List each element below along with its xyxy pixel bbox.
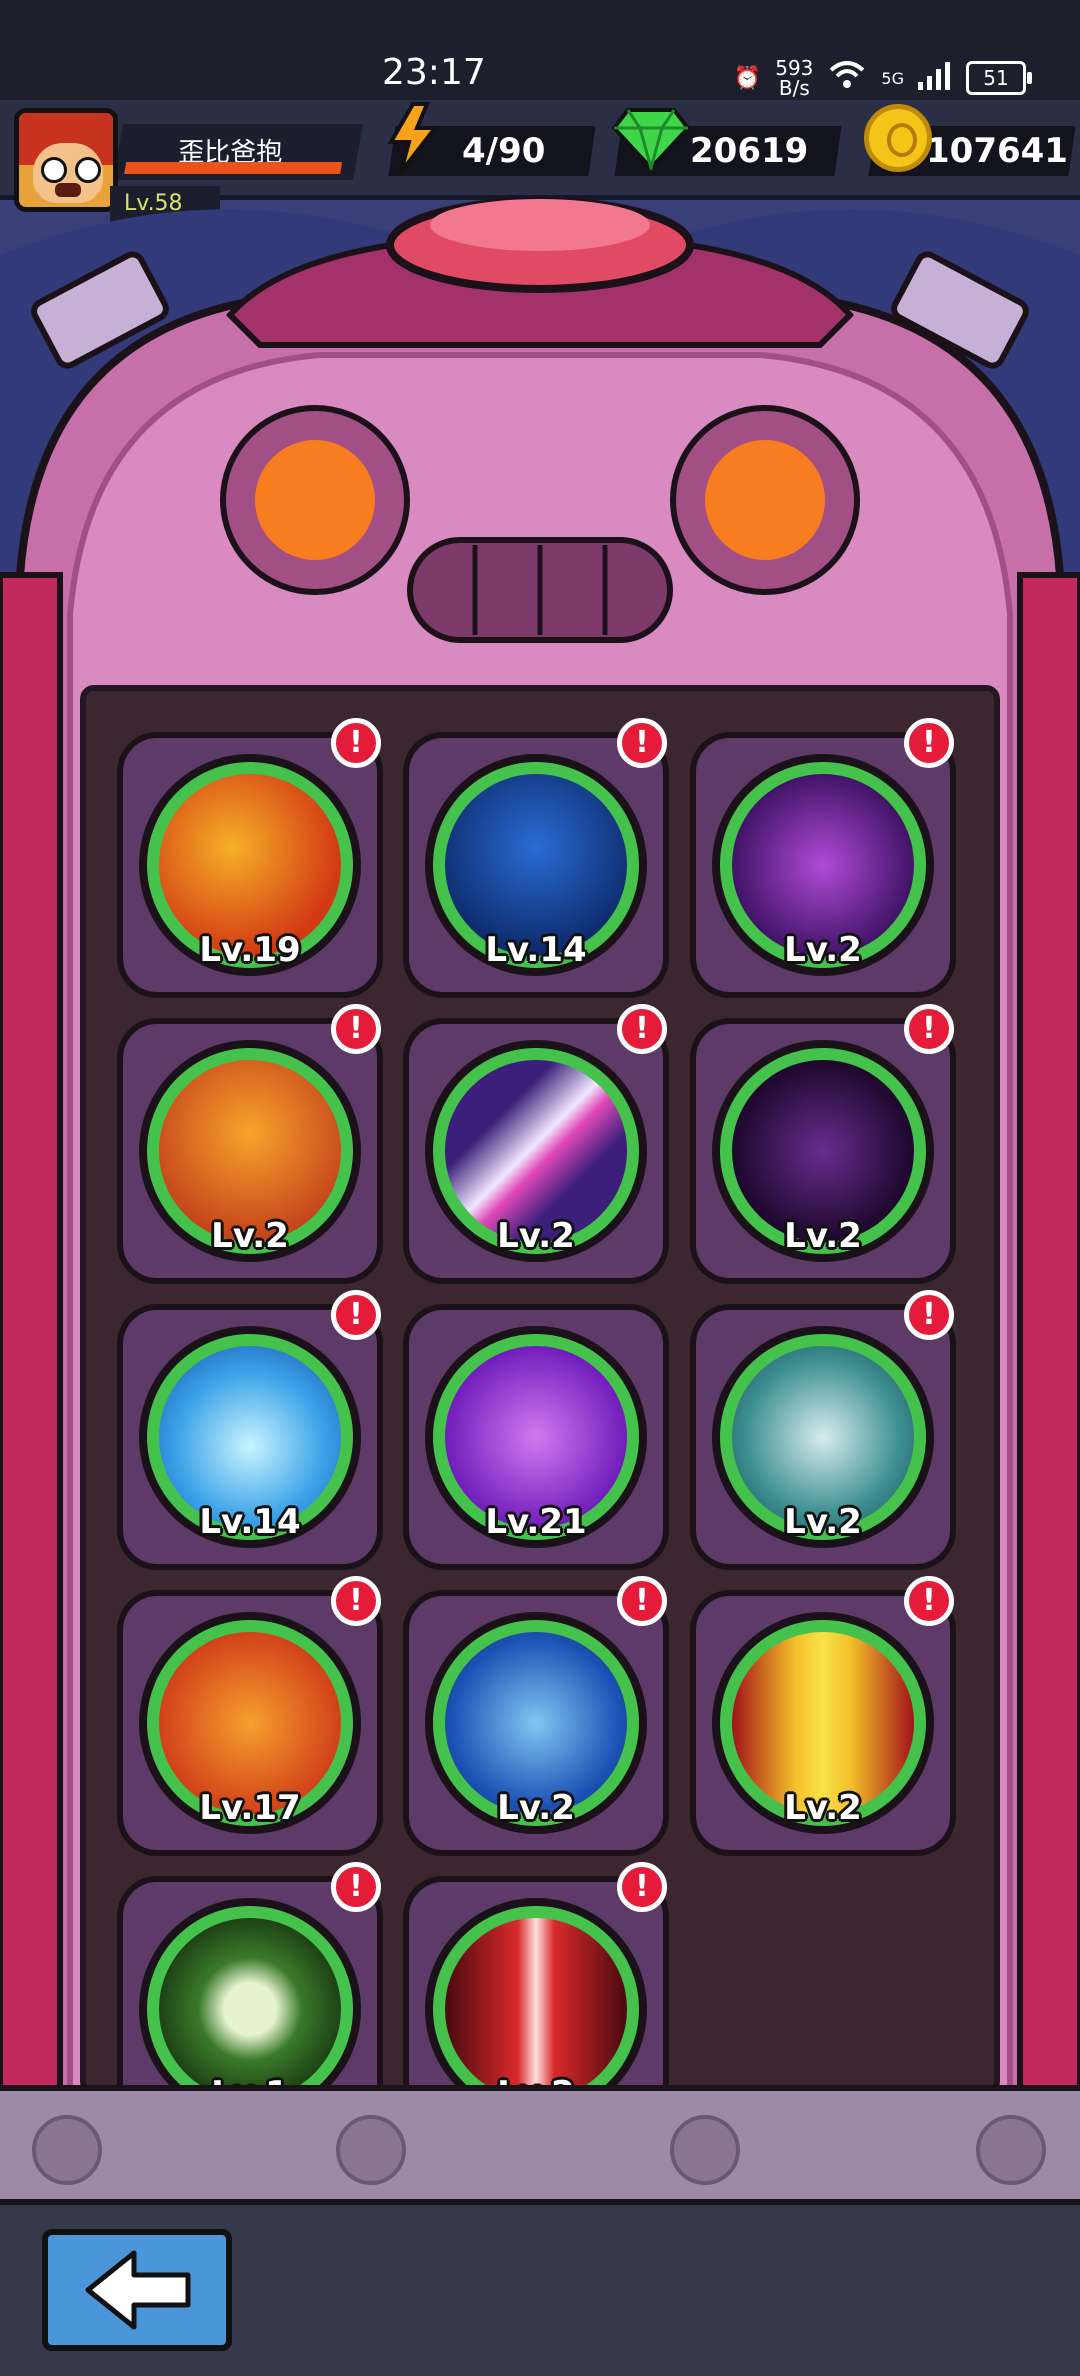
alert-badge-icon: ! [331, 1004, 381, 1054]
player-name-box: 歪比爸抱 [113, 124, 363, 180]
water-vortex-icon [445, 1632, 627, 1814]
signal-label: 5G [881, 68, 904, 88]
drone-helicopter-icon [159, 1632, 341, 1814]
battery-level: 51 [983, 66, 1009, 90]
skill-level: Lv.2 [497, 1216, 575, 1256]
red-lightning-icon [445, 1918, 627, 2100]
battery-icon: 51 [966, 61, 1032, 95]
alert-badge-icon: ! [904, 1290, 954, 1340]
footer-bar [0, 2205, 1080, 2376]
skill-slot-black-hole-skill[interactable]: Lv.2! [690, 1004, 956, 1284]
skill-slot-drone-helicopter-skill[interactable]: Lv.17! [117, 1576, 383, 1856]
fire-wall-icon [732, 1632, 914, 1814]
alert-badge-icon: ! [331, 1290, 381, 1340]
alert-badge-icon: ! [904, 1004, 954, 1054]
alert-badge-icon: ! [617, 1862, 667, 1912]
clock: 23:17 [382, 52, 486, 93]
skill-level: Lv.2 [211, 1216, 289, 1256]
alert-badge-icon: ! [904, 718, 954, 768]
skill-slot-red-lightning-skill[interactable]: Lv.2! [403, 1862, 669, 2142]
tornado-icon [732, 1346, 914, 1528]
toxic-saw-icon [159, 1918, 341, 2100]
skill-level: Lv.2 [497, 1788, 575, 1828]
skill-slot-tornado-skill[interactable]: Lv.2! [690, 1290, 956, 1570]
status-bar: 23:17 ⏰ 593 B/s 5G 51 [0, 0, 1080, 100]
skill-level: Lv.2 [784, 930, 862, 970]
skill-slot-rocket-skill[interactable]: Lv.14! [403, 718, 669, 998]
skill-slot-laser-slash-skill[interactable]: Lv.2! [403, 1004, 669, 1284]
skill-slot-thunder-bolt-skill[interactable]: Lv.21 [403, 1304, 669, 1570]
skill-slot-bullet-skill[interactable]: Lv.19! [117, 718, 383, 998]
laser-slash-icon [445, 1060, 627, 1242]
skill-level: Lv.17 [199, 1788, 301, 1828]
skill-level: Lv.2 [784, 1216, 862, 1256]
skill-slot-water-vortex-skill[interactable]: Lv.2! [403, 1576, 669, 1856]
thunder-bolt-icon [445, 1346, 627, 1528]
gold-coin-icon [864, 104, 932, 172]
alert-badge-icon: ! [617, 1004, 667, 1054]
xp-bar [124, 162, 343, 174]
skill-slot-ice-crystal-skill[interactable]: Lv.14! [117, 1290, 383, 1570]
alert-badge-icon: ! [617, 1576, 667, 1626]
skill-level: Lv.21 [485, 1502, 587, 1542]
skill-level: Lv.19 [199, 930, 301, 970]
black-hole-icon [732, 1060, 914, 1242]
network-speed: 593 B/s [775, 56, 814, 100]
skill-level: Lv.2 [784, 1788, 862, 1828]
skill-slot-purple-lightning-skill[interactable]: Lv.2! [690, 718, 956, 998]
skill-level: Lv.2 [784, 1502, 862, 1542]
skill-slot-drill-car-skill[interactable]: Lv.2! [117, 1004, 383, 1284]
alert-badge-icon: ! [331, 1862, 381, 1912]
skill-level: Lv.14 [199, 1502, 301, 1542]
bullet-icon [159, 774, 341, 956]
purple-lightning-icon [732, 774, 914, 956]
signal-icon [918, 60, 952, 96]
alert-badge-icon: ! [904, 1576, 954, 1626]
skill-level: Lv.14 [485, 930, 587, 970]
skill-slot-fire-wall-skill[interactable]: Lv.2! [690, 1576, 956, 1856]
alert-badge-icon: ! [617, 718, 667, 768]
back-arrow-icon [85, 2250, 191, 2330]
energy-bolt-icon [387, 102, 440, 174]
gem-icon [612, 108, 690, 170]
alarm-icon: ⏰ [733, 65, 762, 91]
wifi-icon [827, 60, 867, 96]
rocket-icon [445, 774, 627, 956]
ice-crystal-icon [159, 1346, 341, 1528]
alert-badge-icon: ! [331, 1576, 381, 1626]
back-button[interactable] [42, 2229, 232, 2351]
status-icons: ⏰ 593 B/s 5G 51 [733, 56, 1032, 100]
skill-slot-toxic-saw-skill[interactable]: Lv.1! [117, 1862, 383, 2142]
drill-car-icon [159, 1060, 341, 1242]
alert-badge-icon: ! [331, 718, 381, 768]
bottom-rail [0, 2085, 1080, 2205]
